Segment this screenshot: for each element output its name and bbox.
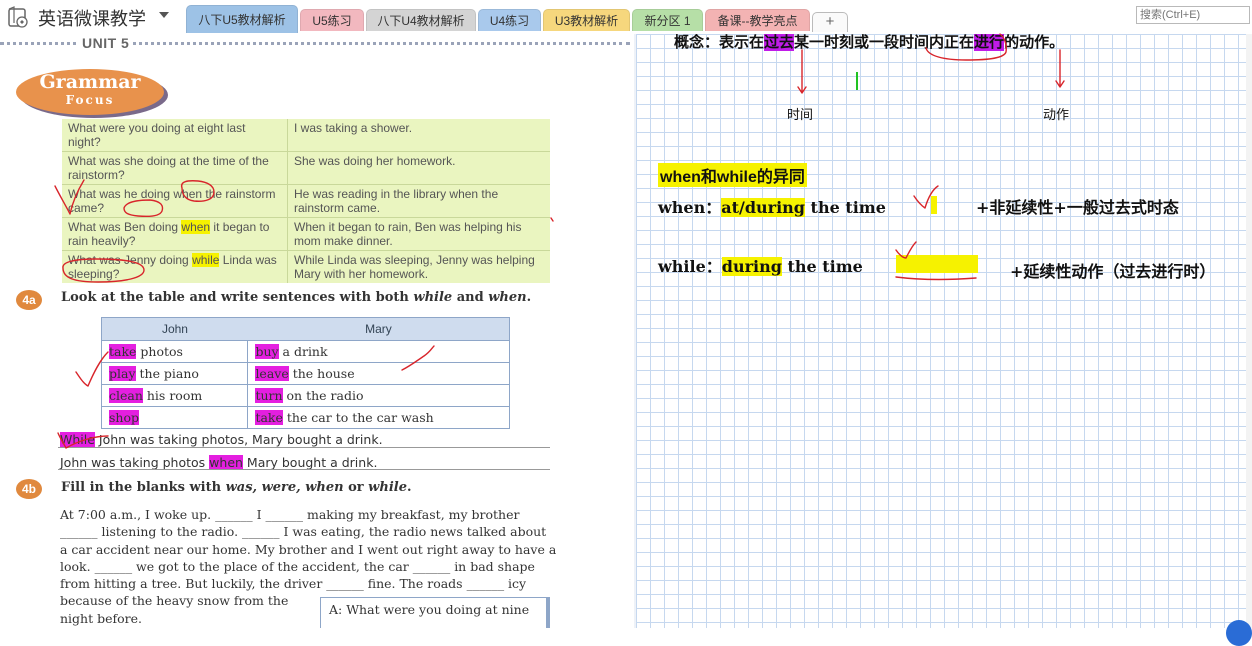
mary-activity: turn on the radio — [247, 384, 510, 407]
exercise-badge-4b: 4b — [16, 479, 42, 499]
tab-label: 新分区 1 — [644, 14, 691, 28]
highlight: 过去 — [764, 34, 795, 51]
john-activity: take photos — [100, 340, 249, 363]
highlight: when — [181, 220, 211, 234]
tab-section-6[interactable]: 新分区 1 — [632, 9, 703, 31]
tab-label: 备课--教学亮点 — [717, 14, 798, 28]
mary-activity: buy a drink — [247, 340, 510, 363]
grammar-focus-line2: Focus — [65, 93, 115, 107]
john-activity: shop — [100, 406, 249, 429]
when-definition[interactable]: when：at/during the time — [658, 194, 886, 218]
highlight-blank — [931, 196, 937, 214]
john-mary-table: John Mary take photos buy a drink play t… — [100, 317, 510, 429]
example-answer-1: While John was taking photos, Mary bough… — [60, 432, 383, 447]
grammar-row: What was he doing when the rainstorm cam… — [62, 184, 550, 217]
exercise-badge-4a: 4a — [16, 290, 42, 310]
grammar-answer: When it began to rain, Ben was helping h… — [294, 220, 522, 248]
grammar-focus-badge: Grammar Focus — [16, 69, 164, 115]
table-row: play the piano leave the house — [100, 362, 510, 385]
john-activity: clean his room — [100, 384, 249, 407]
concept-text[interactable]: 概念：表示在过去某一时刻或一段时间内正在进行的动作。 — [674, 34, 1064, 52]
grammar-row: What were you doing at eight last night?… — [62, 119, 550, 151]
grammar-answer: While Linda was sleeping, Jenny was help… — [294, 253, 535, 281]
mary-activity: leave the house — [247, 362, 510, 385]
highlight: while — [192, 253, 220, 267]
notebook-icon[interactable] — [6, 6, 30, 28]
table-row: take photos buy a drink — [100, 340, 510, 363]
notes-heading[interactable]: when和while的异同 — [658, 163, 807, 187]
exercise-4b-instruction: Fill in the blanks with was, were, when … — [61, 480, 412, 495]
when-note[interactable]: +非延续性+一般过去式时态 — [976, 194, 1179, 218]
example-answer-2: John was taking photos when Mary bought … — [60, 455, 378, 470]
textbook-page-image[interactable]: UNIT 5 Grammar Focus What were you doing… — [0, 34, 634, 628]
tab-section-7[interactable]: 备课--教学亮点 — [705, 9, 810, 31]
tab-label: 八下U5教材解析 — [198, 13, 286, 27]
answer-line — [58, 447, 550, 448]
grammar-question: What was he doing when the rainstorm cam… — [62, 185, 288, 217]
grammar-question: What was Jenny doing while Linda was sle… — [62, 251, 288, 283]
grammar-answer: She was doing her homework. — [294, 154, 456, 168]
tab-section-1[interactable]: 八下U5教材解析 — [186, 5, 298, 33]
grammar-question: What was Ben doing when it began to rain… — [62, 218, 288, 250]
while-note[interactable]: +延续性动作（过去进行时） — [1010, 258, 1215, 282]
tab-section-4[interactable]: U4练习 — [478, 9, 541, 31]
tab-label: U4练习 — [489, 14, 530, 28]
scroll-corner-indicator — [1226, 620, 1252, 646]
while-definition[interactable]: while：during the time — [658, 253, 863, 277]
grammar-row: What was Jenny doing while Linda was sle… — [62, 250, 550, 283]
tab-section-3[interactable]: 八下U4教材解析 — [366, 9, 476, 31]
tab-section-2[interactable]: U5练习 — [300, 9, 364, 31]
notes-canvas[interactable]: 概念：表示在过去某一时刻或一段时间内正在进行的动作。 时间 动作 when和wh… — [636, 34, 1252, 628]
tab-label: U5练习 — [312, 14, 352, 28]
highlight-blank — [896, 255, 978, 273]
tab-label: U3教材解析 — [554, 14, 619, 28]
dialogue-box: A: What were you doing at nine — [320, 597, 550, 628]
notebook-header: 英语微课教学 八下U5教材解析 U5练习 八下U4教材解析 U4练习 U3教材解… — [0, 0, 1252, 34]
table-row: clean his room turn on the radio — [100, 384, 510, 407]
grammar-question: What were you doing at eight last night? — [62, 119, 288, 151]
table-row: shop take the car to the car wash — [100, 406, 510, 429]
grammar-answer: He was reading in the library when the r… — [294, 187, 499, 215]
highlight: 进行 — [974, 34, 1005, 51]
vertical-scrollbar[interactable] — [1246, 34, 1252, 628]
column-header-john: John — [101, 317, 248, 341]
text-cursor — [856, 72, 858, 90]
grammar-table: What were you doing at eight last night?… — [62, 119, 550, 283]
john-activity: play the piano — [100, 362, 249, 385]
search-input[interactable] — [1136, 6, 1250, 24]
grammar-question: What was she doing at the time of the ra… — [62, 152, 288, 184]
grammar-answer: I was taking a shower. — [294, 121, 413, 135]
notebook-title[interactable]: 英语微课教学 — [38, 5, 146, 31]
grammar-focus-line1: Grammar — [39, 71, 141, 93]
grammar-row: What was she doing at the time of the ra… — [62, 151, 550, 184]
answer-line — [58, 469, 550, 470]
unit-heading: UNIT 5 — [78, 35, 134, 51]
add-section-button[interactable]: + — [812, 12, 848, 32]
exercise-4a-instruction: Look at the table and write sentences wi… — [61, 290, 532, 305]
label-time[interactable]: 时间 — [787, 104, 813, 123]
tab-label: 八下U4教材解析 — [377, 14, 465, 28]
column-header-mary: Mary — [247, 317, 510, 341]
chevron-down-icon[interactable] — [159, 12, 169, 18]
tab-section-5[interactable]: U3教材解析 — [543, 9, 630, 31]
mary-activity: take the car to the car wash — [247, 406, 510, 429]
grammar-row: What was Ben doing when it began to rain… — [62, 217, 550, 250]
label-action[interactable]: 动作 — [1043, 104, 1069, 123]
